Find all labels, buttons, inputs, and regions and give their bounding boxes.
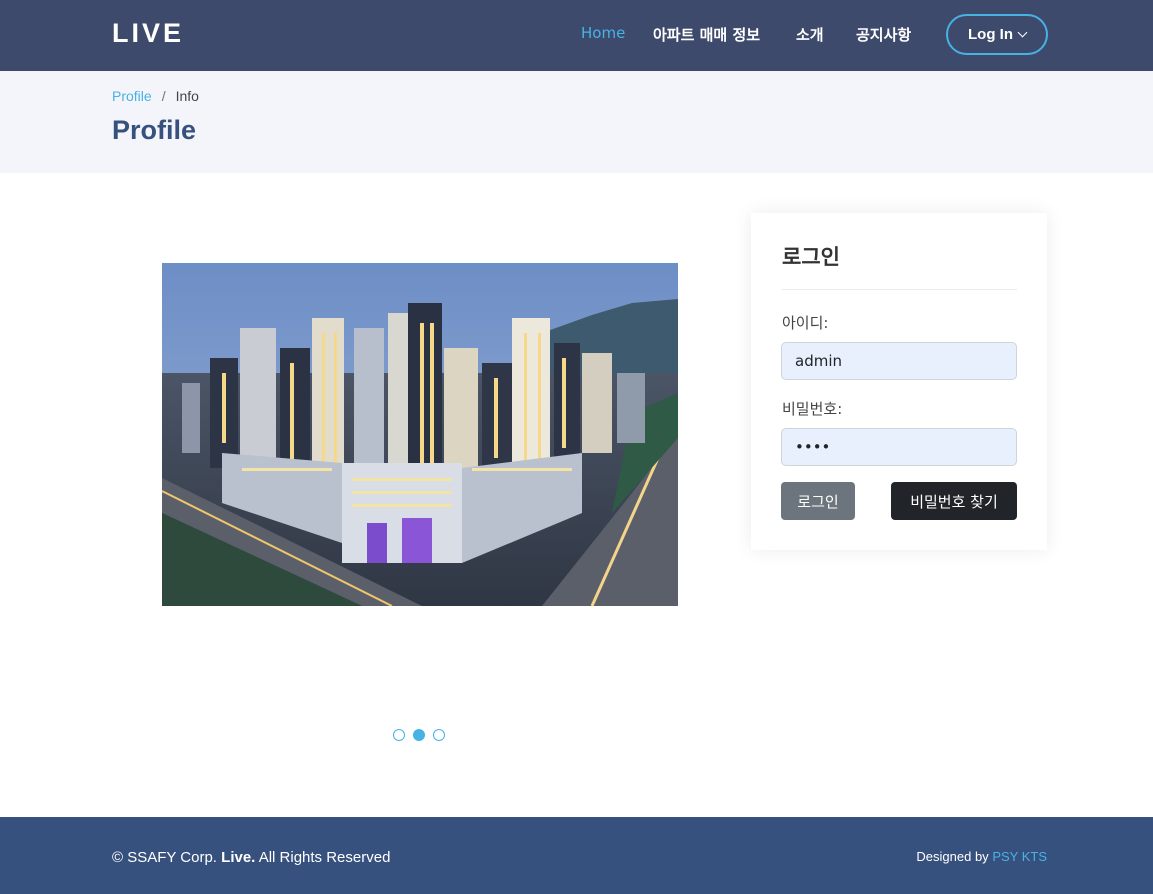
carousel-indicators: [393, 729, 445, 741]
id-label: 아이디:: [782, 314, 829, 332]
chevron-down-icon: [1017, 27, 1028, 38]
carousel-indicator-1[interactable]: [393, 729, 405, 741]
designed-by: Designed by PSY KTS: [916, 849, 1047, 864]
nav-about[interactable]: 소개: [796, 24, 824, 45]
carousel-image[interactable]: [162, 263, 678, 606]
breadcrumb-separator: /: [161, 88, 166, 104]
page-title: Profile: [112, 115, 197, 145]
login-submit-button[interactable]: 로그인: [781, 482, 855, 520]
login-card: 로그인 아이디: 비밀번호: 로그인 비밀번호 찾기: [751, 213, 1047, 550]
nav-notice[interactable]: 공지사항: [856, 24, 911, 45]
copyright-brand: Live.: [221, 849, 256, 866]
password-input[interactable]: [781, 428, 1017, 466]
nav-apartment-trade-info[interactable]: 아파트 매매 정보: [653, 24, 760, 45]
site-header: LIVE Home 아파트 매매 정보 소개 공지사항 Log In: [0, 0, 1153, 71]
divider: [782, 289, 1017, 290]
breadcrumb-section: Profile / Info Profile: [0, 71, 1153, 173]
carousel-indicator-2[interactable]: [413, 729, 425, 741]
site-footer: © SSAFY Corp. Live. All Rights Reserved …: [0, 817, 1153, 894]
site-logo[interactable]: LIVE: [112, 18, 184, 49]
breadcrumb-profile-link[interactable]: Profile: [112, 88, 152, 104]
copyright-text: © SSAFY Corp. Live. All Rights Reserved: [112, 849, 390, 866]
nav-home[interactable]: Home: [581, 24, 625, 42]
designed-by-prefix: Designed by: [916, 849, 989, 864]
id-input[interactable]: [781, 342, 1017, 380]
apartment-photo-illustration: [162, 263, 678, 606]
password-label: 비밀번호:: [782, 400, 843, 418]
designed-by-credit-link[interactable]: PSY KTS: [992, 849, 1047, 864]
login-button-label: Log In: [968, 26, 1013, 43]
find-password-button[interactable]: 비밀번호 찾기: [891, 482, 1017, 520]
breadcrumb: Profile / Info: [112, 88, 199, 104]
breadcrumb-current: Info: [175, 88, 199, 104]
copyright-prefix: © SSAFY Corp.: [112, 849, 217, 866]
login-dropdown-button[interactable]: Log In: [946, 14, 1048, 55]
copyright-suffix: All Rights Reserved: [258, 849, 391, 866]
login-card-title: 로그인: [782, 245, 840, 269]
carousel-indicator-3[interactable]: [433, 729, 445, 741]
